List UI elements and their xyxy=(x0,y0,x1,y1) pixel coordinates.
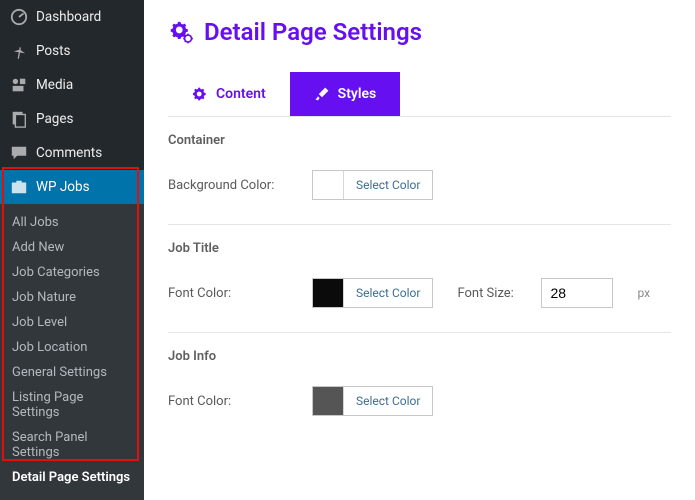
sidebar-item-label: Posts xyxy=(36,43,70,59)
section-title: Job Title xyxy=(168,241,671,256)
color-swatch xyxy=(313,387,343,415)
section-title: Container xyxy=(168,133,671,148)
brush-icon xyxy=(314,86,330,102)
font-size-label: Font Size: xyxy=(457,286,517,301)
sidebar-item-posts[interactable]: Posts xyxy=(0,34,144,68)
color-swatch xyxy=(313,171,343,199)
dashboard-icon xyxy=(10,8,28,26)
sidebar-item-pages[interactable]: Pages xyxy=(0,102,144,136)
sidebar-item-label: Pages xyxy=(36,111,74,127)
sidebar-sub-job-location[interactable]: Job Location xyxy=(0,335,144,360)
font-size-unit: px xyxy=(637,286,650,300)
select-color-button: Select Color xyxy=(343,279,432,307)
pages-icon xyxy=(10,110,28,128)
section-title: Job Info xyxy=(168,349,671,364)
sidebar-sub-listing-page-settings[interactable]: Listing Page Settings xyxy=(0,385,144,425)
sidebar-item-label: Media xyxy=(36,77,73,93)
sidebar-sub-general-settings[interactable]: General Settings xyxy=(0,360,144,385)
bg-color-label: Background Color: xyxy=(168,178,288,193)
tab-label: Styles xyxy=(338,86,377,102)
font-color-label: Font Color: xyxy=(168,394,288,409)
sidebar-after: Apply Form xyxy=(0,496,144,500)
tab-content[interactable]: Content xyxy=(168,72,290,116)
tab-styles[interactable]: Styles xyxy=(290,72,401,116)
gears-icon xyxy=(168,19,194,45)
sidebar-item-dashboard[interactable]: Dashboard xyxy=(0,0,144,34)
select-color-button: Select Color xyxy=(343,171,432,199)
sidebar-submenu: All Jobs Add New Job Categories Job Natu… xyxy=(0,204,144,496)
sidebar-sub-job-categories[interactable]: Job Categories xyxy=(0,260,144,285)
gear-icon xyxy=(192,86,208,102)
tabs: Content Styles xyxy=(168,72,671,117)
page-title: Detail Page Settings xyxy=(168,18,671,46)
sidebar-item-label: Dashboard xyxy=(36,9,101,25)
sidebar-item-label: WP Jobs xyxy=(36,179,90,195)
font-size-input[interactable] xyxy=(541,278,613,308)
pin-icon xyxy=(10,42,28,60)
comment-icon xyxy=(10,144,28,162)
font-color-label: Font Color: xyxy=(168,286,288,301)
page-title-text: Detail Page Settings xyxy=(204,18,422,46)
sidebar-item-wp-jobs[interactable]: WP Jobs xyxy=(0,170,144,204)
section-container: Container Background Color: Select Color xyxy=(168,117,671,225)
admin-sidebar: Dashboard Posts Media Pages Comments WP … xyxy=(0,0,144,500)
main-panel: Detail Page Settings Content Styles Cont… xyxy=(144,0,695,500)
sidebar-sub-all-jobs[interactable]: All Jobs xyxy=(0,210,144,235)
section-job-title: Job Title Font Color: Select Color Font … xyxy=(168,225,671,333)
sidebar-sub-add-new[interactable]: Add New xyxy=(0,235,144,260)
color-swatch xyxy=(313,279,343,307)
sidebar-item-label: Comments xyxy=(36,145,102,161)
section-job-info: Job Info Font Color: Select Color xyxy=(168,333,671,440)
sidebar-sub-job-nature[interactable]: Job Nature xyxy=(0,285,144,310)
font-color-picker[interactable]: Select Color xyxy=(312,278,433,308)
briefcase-icon xyxy=(10,178,28,196)
select-color-button: Select Color xyxy=(343,387,432,415)
media-icon xyxy=(10,76,28,94)
sidebar-sub-search-panel-settings[interactable]: Search Panel Settings xyxy=(0,425,144,465)
sidebar-item-comments[interactable]: Comments xyxy=(0,136,144,170)
tab-label: Content xyxy=(216,86,266,102)
bg-color-picker[interactable]: Select Color xyxy=(312,170,433,200)
sidebar-sub-job-level[interactable]: Job Level xyxy=(0,310,144,335)
sidebar-item-media[interactable]: Media xyxy=(0,68,144,102)
sidebar-sub-detail-page-settings[interactable]: Detail Page Settings xyxy=(0,465,144,490)
font-color-picker[interactable]: Select Color xyxy=(312,386,433,416)
